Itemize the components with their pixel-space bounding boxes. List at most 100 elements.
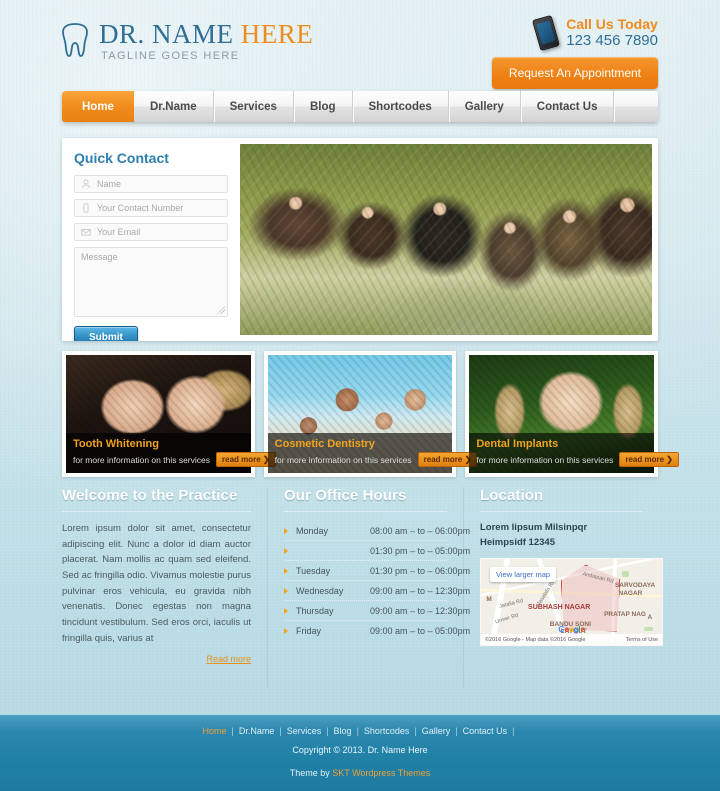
office-hours-day: Tuesday — [296, 566, 331, 576]
service-title: Tooth Whitening — [73, 438, 159, 450]
service-box-cosmetic-dentistry[interactable]: Cosmetic Dentistry for more information … — [263, 351, 478, 477]
map-label-sarvodaya: SARVODAYA — [614, 581, 656, 589]
bullet-arrow-icon — [284, 608, 288, 614]
office-hours-day: Monday — [296, 526, 329, 536]
service-read-more-button[interactable]: read more ❯ — [619, 452, 679, 467]
footer-separator: | — [356, 726, 359, 736]
main-navigation: Home Dr.Name Services Blog Shortcodes Ga… — [62, 91, 658, 122]
quick-contact-email-field[interactable]: Your Email — [74, 223, 228, 241]
logo-title-accent: HERE — [240, 19, 314, 49]
location-address-line2: Heimpsidf 12345 — [480, 536, 555, 548]
office-hours-row: Tuesday 01:30 pm – to – 06:00pm — [284, 561, 470, 581]
content-columns: Welcome to the Practice Lorem ipsum dolo… — [62, 487, 663, 687]
service-read-more-button[interactable]: read more ❯ — [417, 452, 478, 467]
service-caption: Tooth Whitening for more information on … — [66, 433, 276, 473]
user-icon — [82, 179, 90, 189]
hero-panel: Quick Contact Name Your Contact Number Y… — [62, 138, 658, 341]
column-divider — [267, 487, 268, 687]
footer-nav-home[interactable]: Home — [201, 726, 227, 736]
nav-item-shortcodes[interactable]: Shortcodes — [353, 91, 449, 122]
quick-contact-name-field[interactable]: Name — [74, 175, 228, 193]
service-caption: Cosmetic Dentistry for more information … — [267, 433, 478, 473]
footer-theme-credit: Theme by SKT Wordpress Themes — [0, 768, 720, 778]
location-map[interactable]: SUBHASH NAGAR SARVODAYA NAGAR PRATAP NAG… — [480, 558, 663, 647]
footer-theme-prefix: Theme by — [289, 768, 333, 778]
logo-tagline: TAGLINE GOES HERE — [101, 50, 240, 63]
footer-navigation: Home | Dr.Name | Services | Blog | Shortcodes | Ga… — [0, 726, 720, 736]
nav-item-home[interactable]: Home — [62, 91, 134, 122]
nav-item-services[interactable]: Services — [214, 91, 294, 122]
service-boxes: Tooth Whitening for more information on … — [62, 351, 679, 477]
quick-contact-phone-field[interactable]: Your Contact Number — [74, 199, 228, 217]
request-appointment-button[interactable]: Request An Appointment — [491, 57, 658, 89]
service-subtitle: for more information on this services — [274, 454, 412, 465]
nav-item-contact-us[interactable]: Contact Us — [521, 91, 615, 122]
welcome-title: Welcome to the Practice — [62, 487, 238, 504]
office-hours-title: Our Office Hours — [284, 487, 407, 504]
footer-theme-link[interactable]: SKT Wordpress Themes — [332, 768, 430, 778]
footer-separator: | — [414, 726, 417, 736]
service-subtitle: for more information on this services — [73, 454, 210, 465]
bullet-arrow-icon — [284, 628, 288, 634]
office-hours-time: 09:00 am – to – 05:00pm — [370, 626, 471, 636]
footer-separator: | — [326, 726, 329, 736]
tooth-icon — [62, 23, 88, 57]
office-hours-row: Monday 08:00 am – to – 06:00pm — [284, 521, 470, 541]
divider — [284, 511, 447, 512]
footer-separator: | — [512, 726, 515, 736]
quick-contact-submit-button[interactable]: Submit — [74, 326, 138, 341]
office-hours-day: Friday — [296, 626, 322, 636]
office-hours-time: 09:00 am – to – 12:30pm — [370, 606, 471, 616]
site-logo[interactable]: DR. NAME HERE TAGLINE GOES HERE — [60, 20, 313, 62]
bullet-arrow-icon — [284, 528, 288, 534]
footer-separator: | — [279, 726, 282, 736]
nav-item-gallery[interactable]: Gallery — [449, 91, 521, 122]
map-attribution-left: ©2016 Google - Map data ©2016 Google — [485, 636, 586, 643]
divider — [62, 511, 251, 512]
map-label-m: M — [486, 595, 492, 603]
footer-nav-blog[interactable]: Blog — [333, 726, 353, 736]
bullet-arrow-icon — [284, 568, 288, 574]
service-box-dental-implants[interactable]: Dental Implants for more information on … — [465, 351, 679, 477]
service-read-more-button[interactable]: read more ❯ — [216, 452, 276, 467]
office-hours-row: 01:30 pm – to – 05:00pm — [284, 541, 470, 561]
footer-nav-contact-us[interactable]: Contact Us — [462, 726, 509, 736]
footer-nav-shortcodes[interactable]: Shortcodes — [363, 726, 411, 736]
call-us-text: Call Us Today 123 456 7890 — [566, 16, 658, 50]
office-hours-day: Wednesday — [296, 586, 344, 596]
office-hours-row: Wednesday 09:00 am – to – 12:30pm — [284, 581, 470, 601]
logo-text-block: DR. NAME HERE TAGLINE GOES HERE — [99, 19, 314, 63]
map-terms-of-use-link[interactable]: Terms of Use — [626, 637, 658, 643]
logo-title-prefix: DR. NAME — [99, 19, 241, 49]
site-footer: Home | Dr.Name | Services | Blog | Shortcodes | Ga… — [0, 715, 720, 791]
hero-slider-image — [240, 144, 652, 335]
bullet-arrow-icon — [284, 548, 288, 554]
hero-slider[interactable] — [240, 144, 652, 335]
location-address: Lorem lipsum Milsinpqr Heimpsidf 12345 — [480, 521, 642, 550]
map-label-subhash-nagar: SUBHASH NAGAR — [528, 604, 591, 612]
footer-nav-services[interactable]: Services — [286, 726, 323, 736]
nav-item-blog[interactable]: Blog — [294, 91, 353, 122]
site-header: DR. NAME HERE TAGLINE GOES HERE Call Us … — [0, 0, 720, 89]
welcome-body: Lorem ipsum dolor sit amet, consectetur … — [62, 523, 251, 644]
call-us-number[interactable]: 123 456 7890 — [566, 32, 658, 50]
map-label-nagar: NAGAR — [618, 590, 643, 598]
office-hours-day: Thursday — [296, 606, 334, 616]
column-welcome: Welcome to the Practice Lorem ipsum dolo… — [62, 487, 267, 687]
service-subtitle: for more information on this services — [476, 454, 614, 465]
footer-nav-gallery[interactable]: Gallery — [421, 726, 452, 736]
footer-nav-dr-name[interactable]: Dr.Name — [238, 726, 276, 736]
footer-separator: | — [455, 726, 458, 736]
bullet-arrow-icon — [284, 588, 288, 594]
quick-contact-phone-placeholder: Your Contact Number — [97, 203, 184, 213]
view-larger-map-button[interactable]: View larger map — [490, 567, 557, 583]
office-hours-time: 01:30 pm – to – 06:00pm — [370, 566, 471, 576]
page-wrapper: DR. NAME HERE TAGLINE GOES HERE Call Us … — [0, 0, 720, 791]
service-box-tooth-whitening[interactable]: Tooth Whitening for more information on … — [62, 351, 276, 477]
phone-icon — [83, 203, 89, 213]
nav-item-dr-name[interactable]: Dr.Name — [134, 91, 214, 122]
quick-contact-message-field[interactable]: Message — [74, 247, 228, 317]
call-us-block: Call Us Today 123 456 7890 — [532, 14, 658, 52]
map-label-pratap-nagar: PRATAP NAG — [604, 611, 646, 619]
welcome-read-more-link[interactable]: Read more — [62, 654, 251, 664]
